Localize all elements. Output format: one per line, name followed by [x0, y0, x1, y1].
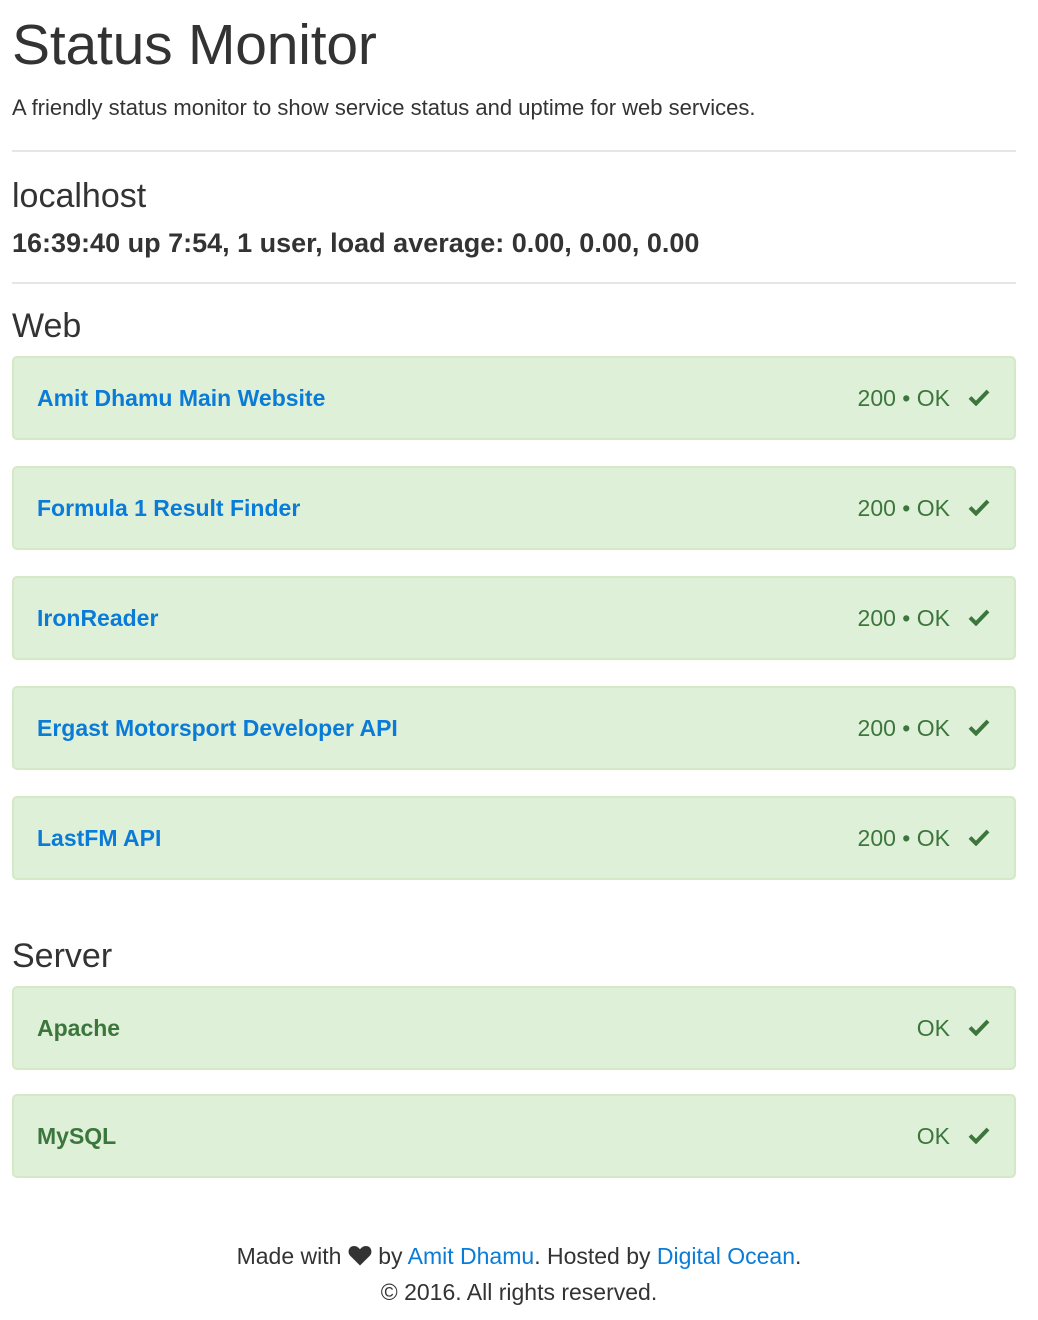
service-name: Apache	[37, 1015, 121, 1041]
check-icon	[968, 719, 990, 736]
service-status: OK	[916, 1015, 950, 1041]
check-icon	[968, 829, 990, 846]
heart-icon	[348, 1245, 372, 1266]
service-link[interactable]: LastFM API	[37, 798, 161, 878]
service-link[interactable]: Formula 1 Result Finder	[37, 468, 300, 548]
service-status: 200 • OK	[857, 385, 950, 411]
author-link[interactable]: Amit Dhamu	[408, 1243, 535, 1269]
host-link[interactable]: Digital Ocean	[657, 1243, 795, 1269]
check-icon	[968, 499, 990, 516]
service-link[interactable]: Amit Dhamu Main Website	[37, 358, 325, 438]
service-item: Ergast Motorsport Developer API 200 • OK	[12, 686, 1016, 770]
service-status: OK	[916, 1123, 950, 1149]
section-title-web: Web	[12, 307, 82, 345]
footer-made-with: Made with	[236, 1243, 342, 1269]
service-status: 200 • OK	[857, 495, 950, 521]
check-icon	[968, 1127, 990, 1144]
footer: Made with by Amit Dhamu. Hosted by Digit…	[0, 1238, 1038, 1310]
service-status: 200 • OK	[857, 715, 950, 741]
page-subtitle: A friendly status monitor to show servic…	[12, 95, 756, 120]
service-item: IronReader 200 • OK	[12, 576, 1016, 660]
check-icon	[968, 609, 990, 626]
check-icon	[968, 1019, 990, 1036]
uptime-text: 16:39:40 up 7:54, 1 user, load average: …	[12, 228, 700, 258]
web-service-list: Amit Dhamu Main Website 200 • OK Formula…	[12, 356, 1016, 906]
host-divider	[12, 282, 1016, 284]
service-status: 200 • OK	[857, 605, 950, 631]
footer-period: .	[795, 1243, 802, 1269]
service-link[interactable]: IronReader	[37, 578, 158, 658]
footer-credits: Made with by Amit Dhamu. Hosted by Digit…	[0, 1238, 1038, 1274]
section-title-server: Server	[12, 937, 113, 975]
service-item: Formula 1 Result Finder 200 • OK	[12, 466, 1016, 550]
service-status: 200 • OK	[857, 825, 950, 851]
header-divider	[12, 150, 1016, 152]
service-item: MySQL OK	[12, 1094, 1016, 1178]
service-item: LastFM API 200 • OK	[12, 796, 1016, 880]
check-icon	[968, 389, 990, 406]
server-service-list: Apache OK MySQL OK	[12, 986, 1016, 1202]
footer-by: by	[378, 1243, 403, 1269]
service-item: Amit Dhamu Main Website 200 • OK	[12, 356, 1016, 440]
service-link[interactable]: Ergast Motorsport Developer API	[37, 688, 398, 768]
host-name: localhost	[12, 177, 147, 215]
page-title: Status Monitor	[12, 13, 377, 77]
service-item: Apache OK	[12, 986, 1016, 1070]
service-name: MySQL	[37, 1123, 117, 1149]
footer-copyright: © 2016. All rights reserved.	[380, 1279, 658, 1305]
footer-hosted-by: . Hosted by	[534, 1243, 651, 1269]
